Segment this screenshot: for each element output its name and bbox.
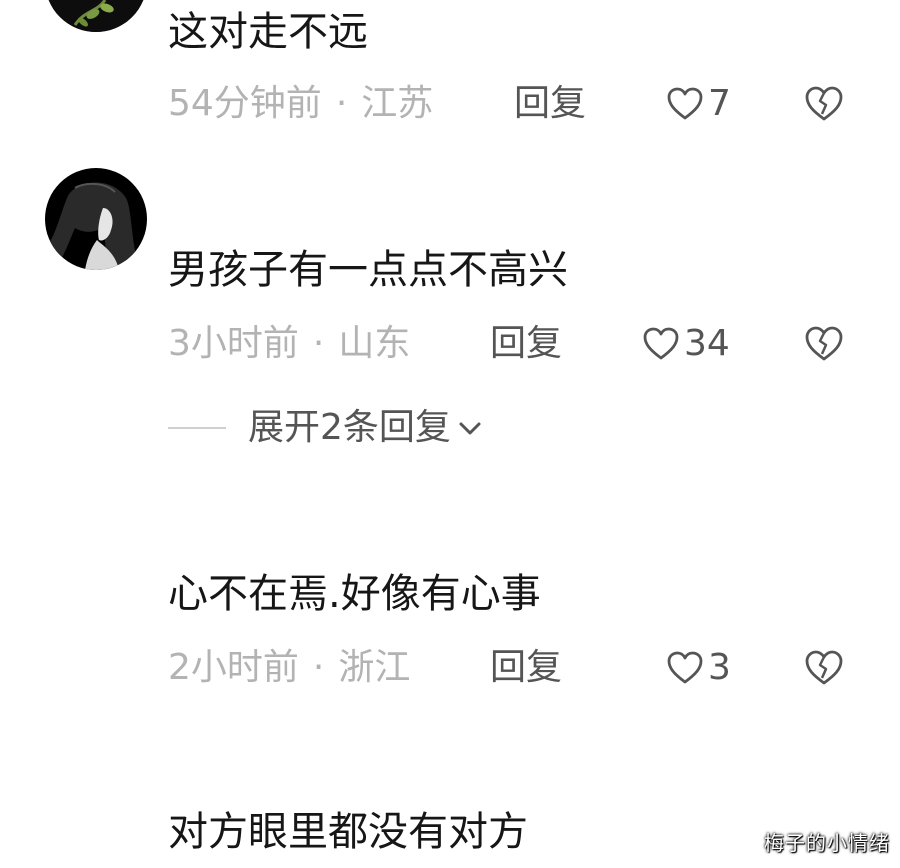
- comment-text: 对方眼里都没有对方: [168, 809, 528, 855]
- avatar[interactable]: [45, 740, 147, 842]
- comment-item: 对方眼里都没有对方: [0, 0, 900, 868]
- watermark: 梅子的小情绪: [764, 831, 890, 855]
